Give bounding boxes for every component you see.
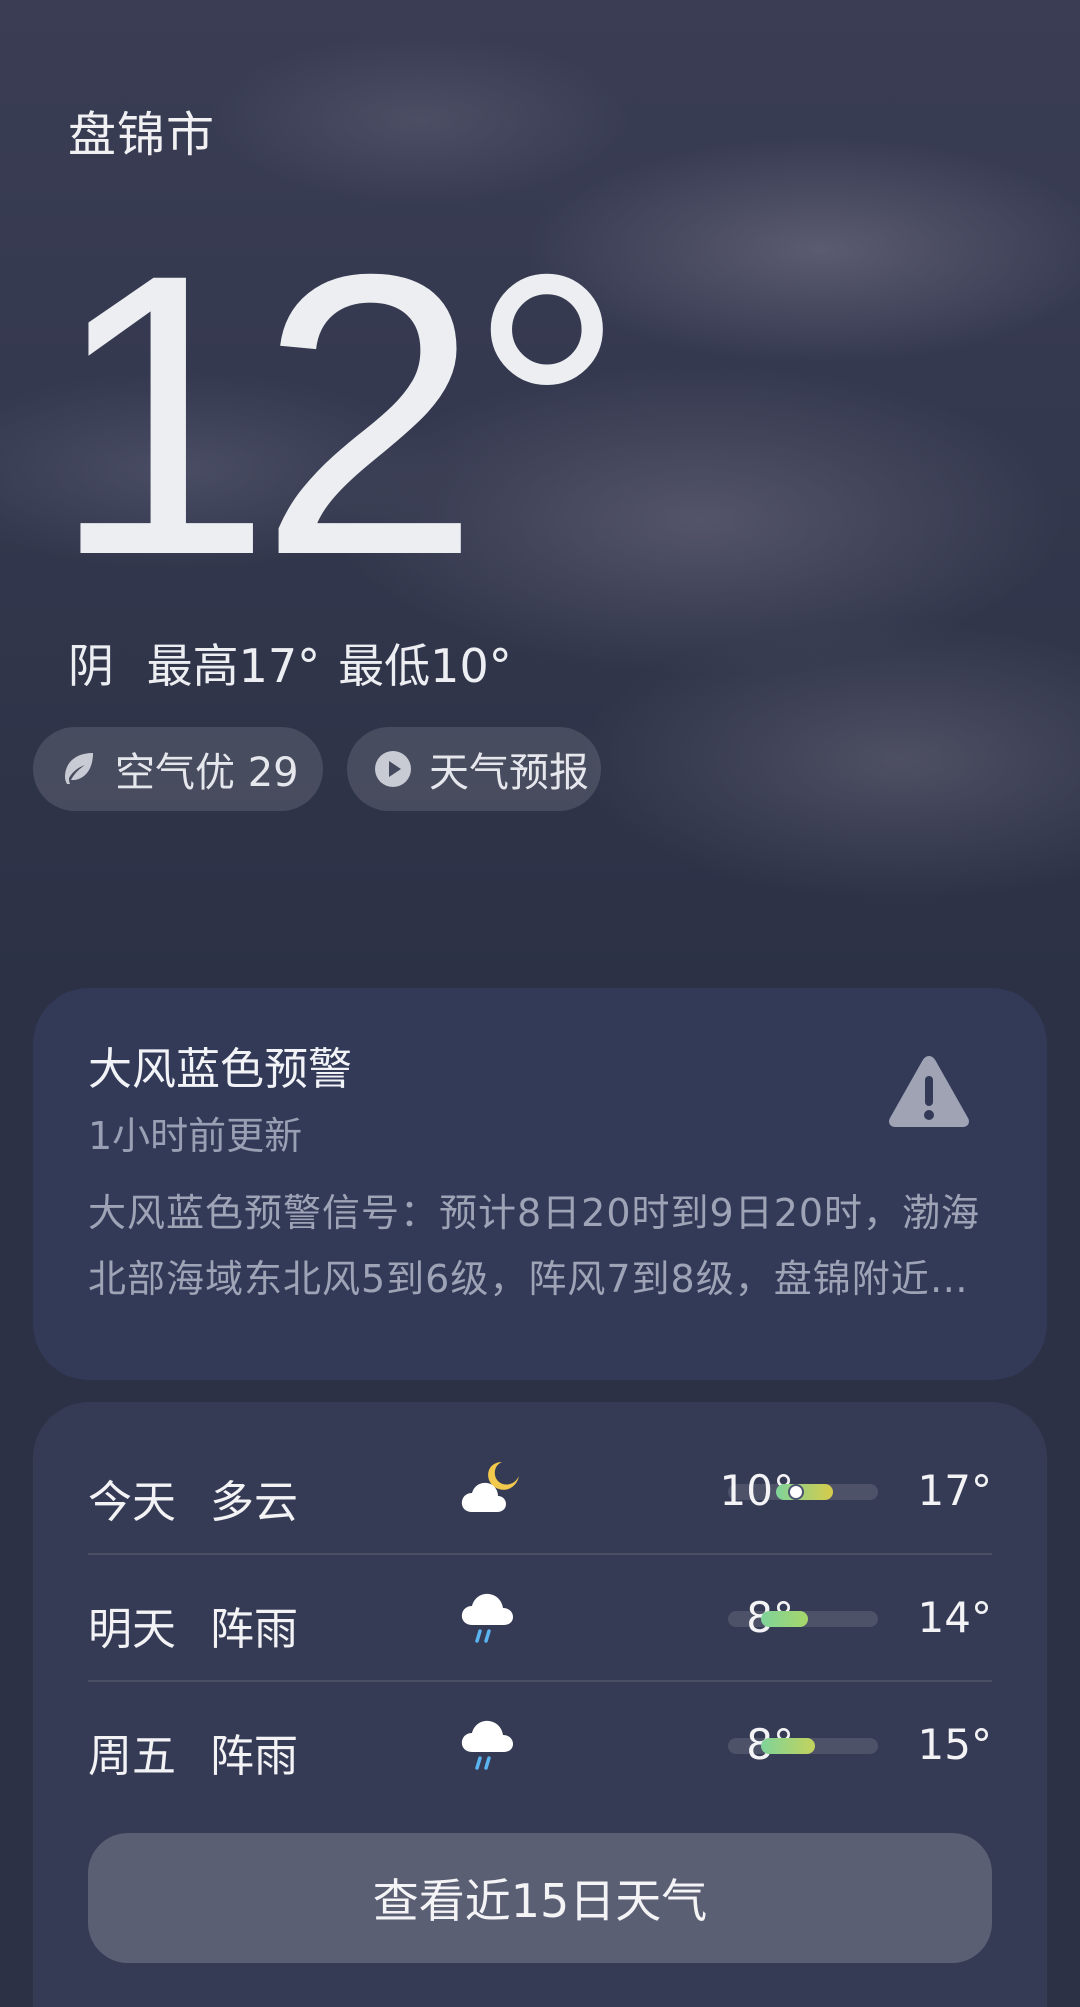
- temp-range-bar: [728, 1484, 878, 1500]
- alert-title: 大风蓝色预警: [88, 1044, 352, 1095]
- weather-forecast-label: 天气预报: [429, 750, 589, 796]
- current-condition: 阴: [68, 639, 114, 693]
- temp-range-fill: [776, 1484, 833, 1500]
- forecast-row[interactable]: 今天 多云 10° 17°: [88, 1428, 992, 1554]
- temp-range-fill: [761, 1738, 815, 1754]
- weather-forecast-pill[interactable]: 天气预报: [347, 727, 601, 811]
- current-temp-marker: [789, 1486, 802, 1498]
- weather-summary: 阴 最高17° 最低10°: [68, 630, 530, 696]
- cloud-rain-icon: [458, 1710, 524, 1776]
- forecast-condition: 阵雨: [210, 1731, 298, 1782]
- air-quality-label: 空气优 29: [115, 750, 299, 796]
- air-quality-pill[interactable]: 空气优 29: [33, 727, 323, 811]
- forecast-high: 14°: [917, 1593, 992, 1642]
- view-15-day-button[interactable]: 查看近15日天气: [88, 1833, 992, 1963]
- forecast-high: 17°: [917, 1466, 992, 1515]
- forecast-row[interactable]: 周五 阵雨 8° 15°: [88, 1682, 992, 1808]
- forecast-day: 今天: [88, 1477, 176, 1528]
- forecast-day: 周五: [88, 1731, 176, 1782]
- leaf-icon: [57, 747, 101, 791]
- forecast-high: 15°: [917, 1720, 992, 1769]
- temp-range-fill: [761, 1611, 808, 1627]
- high-temp: 最高17°: [146, 639, 321, 693]
- cloud-moon-icon: [458, 1456, 524, 1522]
- warning-triangle-icon: [886, 1052, 972, 1130]
- alert-updated-time: 1小时前更新: [88, 1114, 303, 1158]
- forecast-condition: 阵雨: [210, 1604, 298, 1655]
- current-temperature: 12°: [50, 191, 627, 638]
- alert-body: 大风蓝色预警信号：预计8日20时到9日20时，渤海北部海域东北风5到6级，阵风7…: [88, 1191, 981, 1301]
- play-icon: [371, 747, 415, 791]
- forecast-day: 明天: [88, 1604, 176, 1655]
- cloud-rain-icon: [458, 1583, 524, 1649]
- low-temp: 最低10°: [338, 639, 512, 693]
- city-name[interactable]: 盘锦市: [68, 95, 215, 165]
- forecast-row[interactable]: 明天 阵雨 8° 14°: [88, 1555, 992, 1681]
- temp-range-bar: [728, 1611, 878, 1627]
- temp-range-bar: [728, 1738, 878, 1754]
- forecast-condition: 多云: [210, 1477, 298, 1528]
